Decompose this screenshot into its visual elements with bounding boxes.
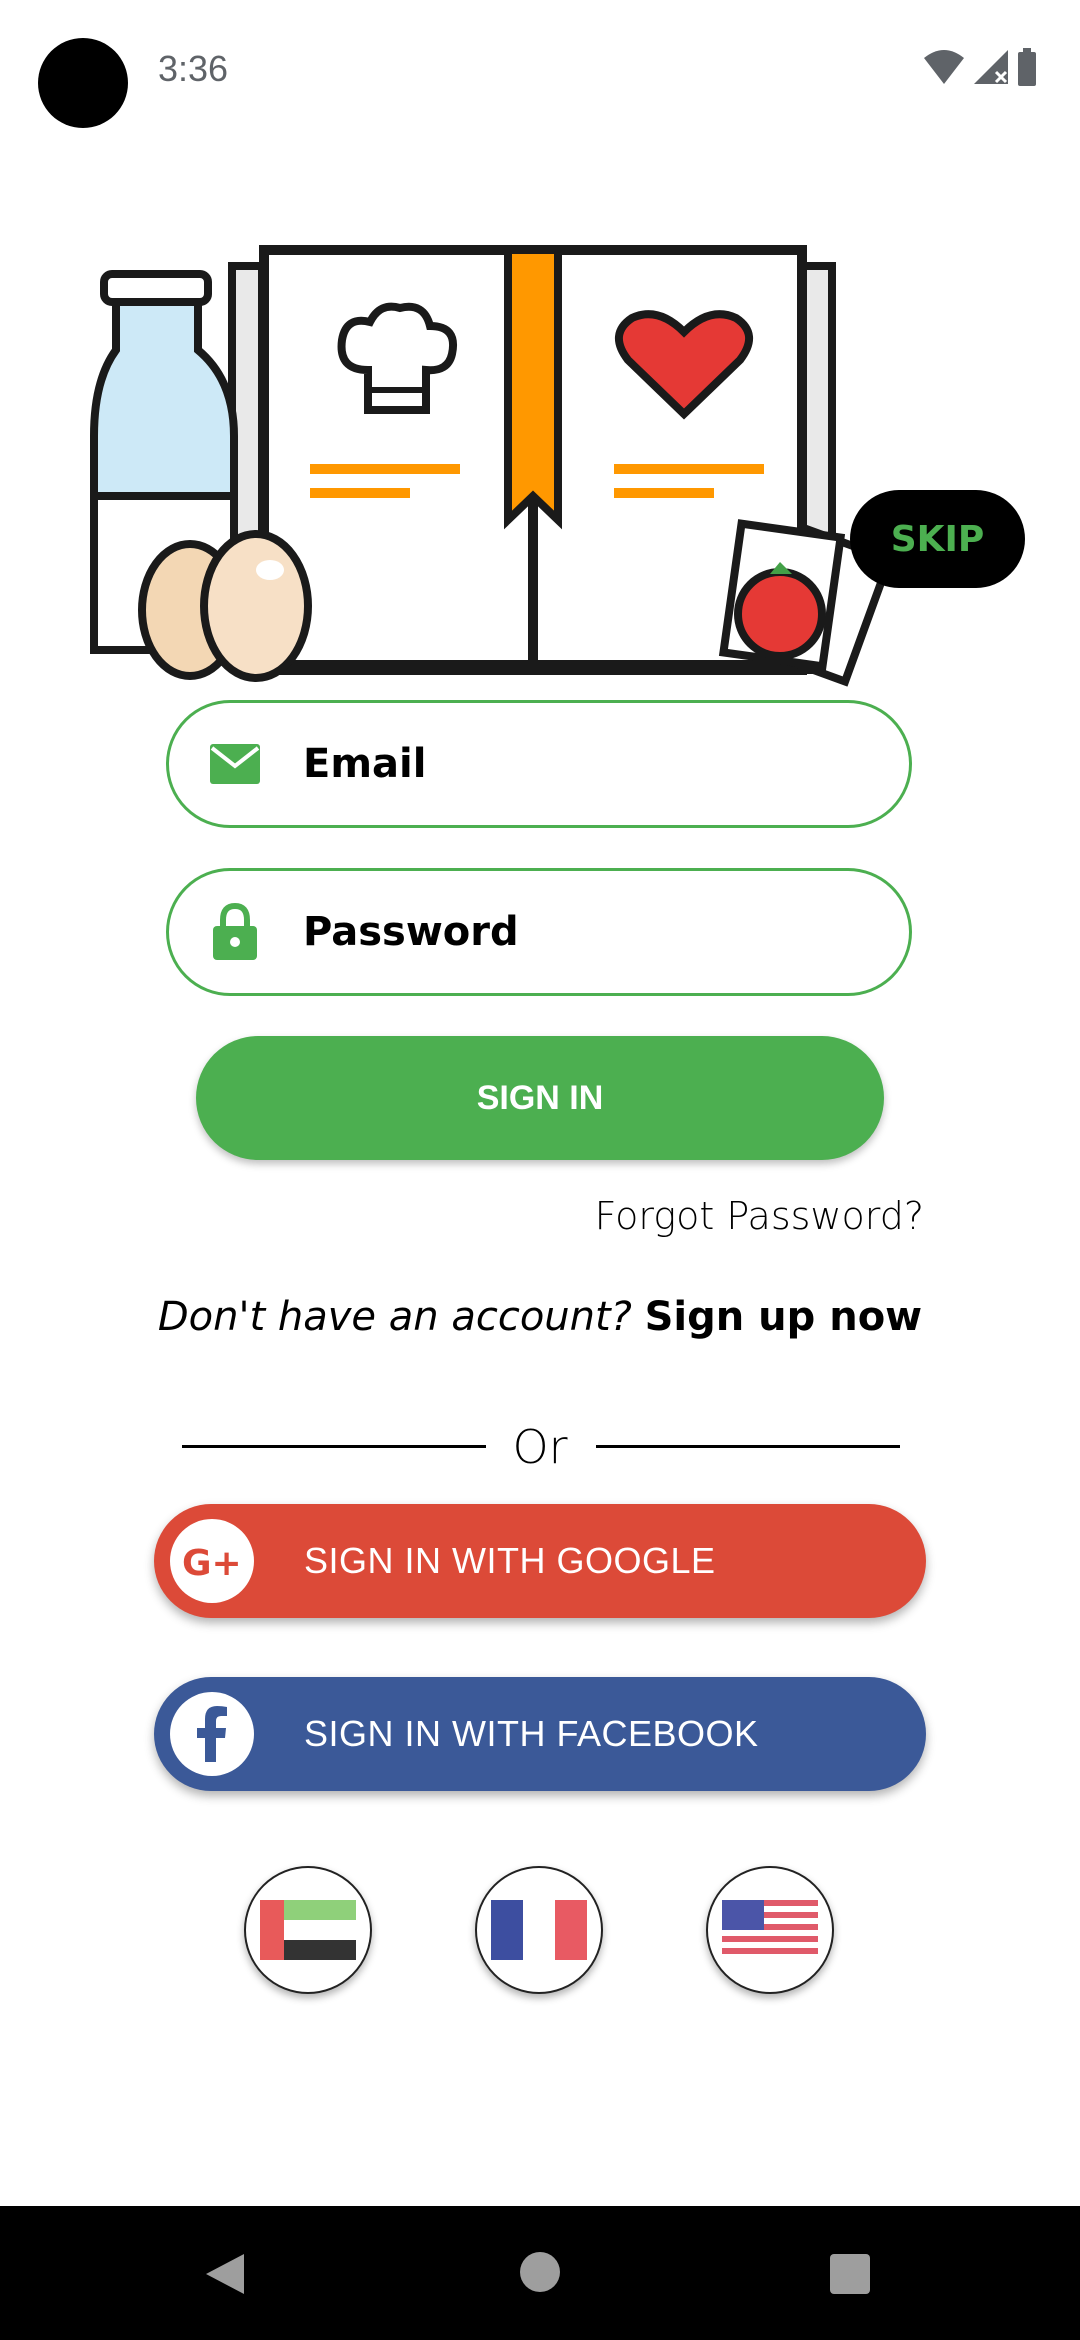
or-label: Or	[512, 1420, 568, 1474]
email-field[interactable]: Email	[166, 700, 912, 828]
cookbook-illustration	[80, 230, 960, 710]
signup-line: Don't have an account? Sign up now	[0, 1294, 1080, 1340]
mail-icon	[205, 734, 265, 794]
usa-flag-icon	[722, 1900, 818, 1960]
status-time: 3:36	[158, 48, 229, 89]
battery-icon	[1018, 48, 1036, 86]
wifi-icon	[924, 50, 964, 84]
uae-flag-icon	[260, 1900, 356, 1960]
back-icon[interactable]	[204, 2252, 246, 2301]
uae-flag-button[interactable]	[244, 1866, 372, 1994]
signup-prompt: Don't have an account?	[157, 1294, 632, 1340]
skip-button[interactable]: SKIP	[850, 490, 1025, 588]
divider-right	[596, 1445, 900, 1448]
signal-icon	[974, 50, 1008, 84]
facebook-icon	[170, 1692, 254, 1776]
signup-link[interactable]: Sign up now	[645, 1294, 923, 1340]
eggs-icon	[138, 530, 312, 682]
facebook-signin-label: SIGN IN WITH FACEBOOK	[304, 1713, 759, 1754]
password-field[interactable]: Password	[166, 868, 912, 996]
password-placeholder: Password	[303, 909, 519, 955]
france-flag-button[interactable]	[475, 1866, 603, 1994]
home-icon[interactable]	[520, 2252, 560, 2292]
recents-icon[interactable]	[830, 2254, 870, 2294]
lock-icon	[205, 902, 265, 962]
google-signin-label: SIGN IN WITH GOOGLE	[304, 1540, 716, 1581]
usa-flag-button[interactable]	[706, 1866, 834, 1994]
signin-button[interactable]: SIGN IN	[196, 1036, 884, 1160]
google-plus-icon: G+	[170, 1519, 254, 1603]
status-bar: 3:36	[0, 0, 1080, 140]
email-placeholder: Email	[303, 741, 427, 787]
france-flag-icon	[491, 1900, 587, 1960]
status-icons	[922, 46, 1052, 90]
forgot-password-link[interactable]: Forgot Password?	[595, 1194, 924, 1238]
google-signin-button[interactable]: G+ SIGN IN WITH GOOGLE	[154, 1504, 926, 1618]
facebook-signin-button[interactable]: SIGN IN WITH FACEBOOK	[154, 1677, 926, 1791]
svg-text:G+: G+	[182, 1543, 242, 1581]
camera-cutout	[38, 38, 128, 128]
